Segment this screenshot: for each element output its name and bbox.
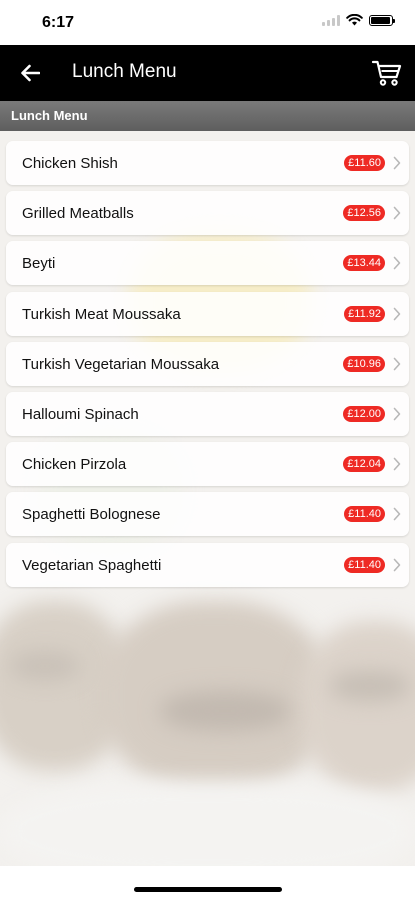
price-badge: £11.60 bbox=[344, 155, 385, 171]
chevron-right-icon bbox=[393, 457, 401, 471]
menu-item-turkish-vegetarian-moussaka[interactable]: Turkish Vegetarian Moussaka £10.96 bbox=[6, 341, 409, 386]
menu-item-chicken-pirzola[interactable]: Chicken Pirzola £12.04 bbox=[6, 442, 409, 487]
item-name: Spaghetti Bolognese bbox=[22, 506, 161, 524]
chevron-right-icon bbox=[393, 257, 401, 270]
status-bar: 6:17 bbox=[0, 0, 415, 45]
price-badge: £11.40 bbox=[344, 556, 385, 573]
chevron-right-icon bbox=[393, 407, 401, 421]
price-badge: £10.96 bbox=[343, 355, 385, 372]
menu-list: Chicken Shish £11.60 Grilled Meatballs £… bbox=[6, 141, 409, 593]
back-arrow-icon[interactable] bbox=[16, 59, 44, 87]
signal-icon bbox=[322, 14, 340, 26]
status-time: 6:17 bbox=[42, 14, 75, 31]
item-name: Grilled Meatballs bbox=[22, 205, 134, 223]
home-indicator[interactable] bbox=[134, 887, 282, 892]
menu-item-beyti[interactable]: Beyti £13.44 bbox=[6, 241, 409, 286]
chevron-right-icon bbox=[393, 508, 401, 521]
battery-icon bbox=[369, 14, 395, 26]
price-badge: £11.40 bbox=[344, 506, 385, 523]
chevron-right-icon bbox=[393, 307, 401, 320]
menu-item-halloumi-spinach[interactable]: Halloumi Spinach £12.00 bbox=[6, 391, 409, 436]
navigation-bar: Lunch Menu bbox=[0, 45, 415, 101]
menu-item-chicken-shish[interactable]: Chicken Shish £11.60 bbox=[6, 141, 409, 185]
price-badge: £13.44 bbox=[343, 255, 385, 272]
chevron-right-icon bbox=[393, 156, 401, 170]
chevron-right-icon bbox=[393, 357, 401, 371]
wifi-icon bbox=[346, 14, 363, 26]
item-name: Beyti bbox=[22, 255, 56, 273]
price-badge: £12.56 bbox=[343, 205, 385, 222]
menu-item-vegetarian-spaghetti[interactable]: Vegetarian Spaghetti £11.40 bbox=[6, 542, 409, 587]
section-header: Lunch Menu bbox=[0, 101, 415, 131]
chevron-right-icon bbox=[393, 558, 401, 571]
page-title: Lunch Menu bbox=[72, 61, 177, 82]
item-name: Chicken Shish bbox=[22, 155, 118, 172]
price-badge: £11.92 bbox=[344, 305, 385, 322]
status-icons bbox=[322, 14, 395, 26]
menu-item-turkish-meat-moussaka[interactable]: Turkish Meat Moussaka £11.92 bbox=[6, 291, 409, 336]
item-name: Turkish Vegetarian Moussaka bbox=[22, 355, 220, 373]
item-name: Turkish Meat Moussaka bbox=[22, 305, 181, 323]
home-indicator-area bbox=[0, 866, 415, 900]
menu-item-spaghetti-bolognese[interactable]: Spaghetti Bolognese £11.40 bbox=[6, 492, 409, 537]
menu-item-grilled-meatballs[interactable]: Grilled Meatballs £12.56 bbox=[6, 191, 409, 236]
price-badge: £12.00 bbox=[343, 405, 385, 422]
item-name: Chicken Pirzola bbox=[22, 456, 127, 474]
item-name: Vegetarian Spaghetti bbox=[22, 556, 162, 574]
cart-icon[interactable] bbox=[371, 57, 403, 89]
price-badge: £12.04 bbox=[343, 456, 385, 473]
chevron-right-icon bbox=[393, 206, 401, 220]
item-name: Halloumi Spinach bbox=[22, 405, 139, 423]
